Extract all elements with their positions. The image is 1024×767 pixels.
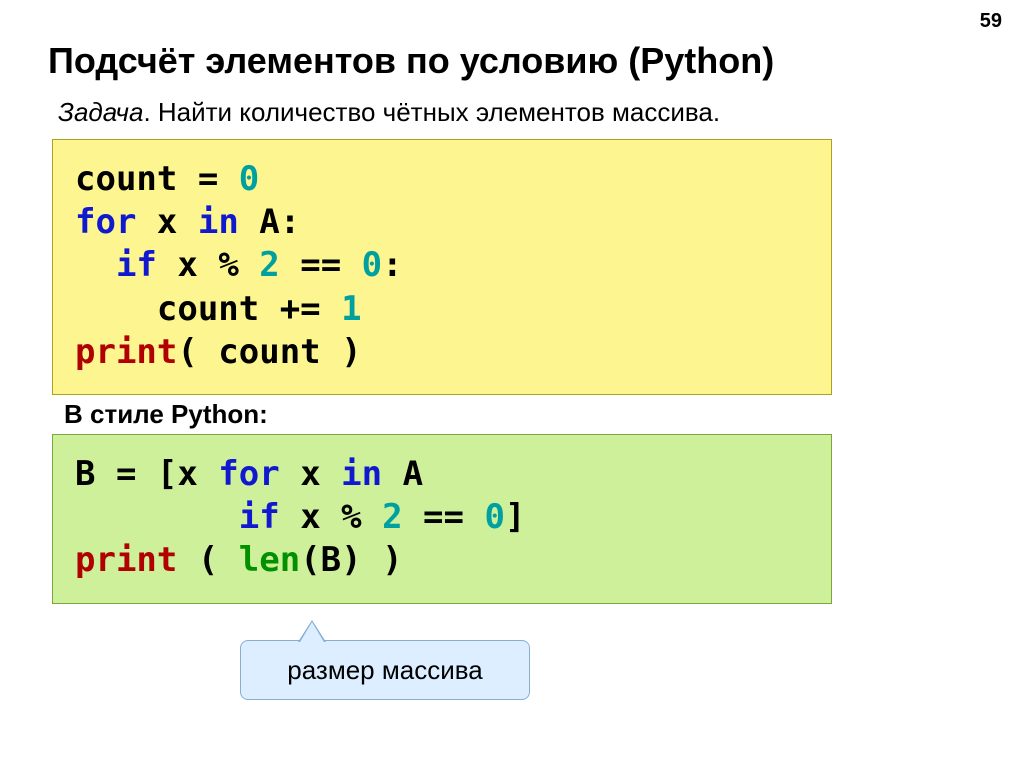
- task-label: Задача: [58, 97, 143, 127]
- section-label: В стиле Python:: [64, 399, 268, 430]
- code-line: B = [x for x in A if x % 2 == 0] print (…: [75, 453, 809, 583]
- page-number: 59: [980, 10, 1002, 33]
- code-block-2: B = [x for x in A if x % 2 == 0] print (…: [52, 434, 832, 604]
- callout-pointer: [300, 622, 324, 642]
- callout-box: размер массива: [240, 640, 530, 700]
- code-block-1: count = 0 for x in A: if x % 2 == 0: cou…: [52, 139, 832, 395]
- code-line: count = 0 for x in A: if x % 2 == 0: cou…: [75, 158, 809, 374]
- callout-text: размер массива: [287, 655, 482, 686]
- task-text: . Найти количество чётных элементов масс…: [143, 97, 720, 127]
- task-line: Задача. Найти количество чётных элементо…: [58, 97, 720, 128]
- slide-title: Подсчёт элементов по условию (Python): [48, 40, 774, 82]
